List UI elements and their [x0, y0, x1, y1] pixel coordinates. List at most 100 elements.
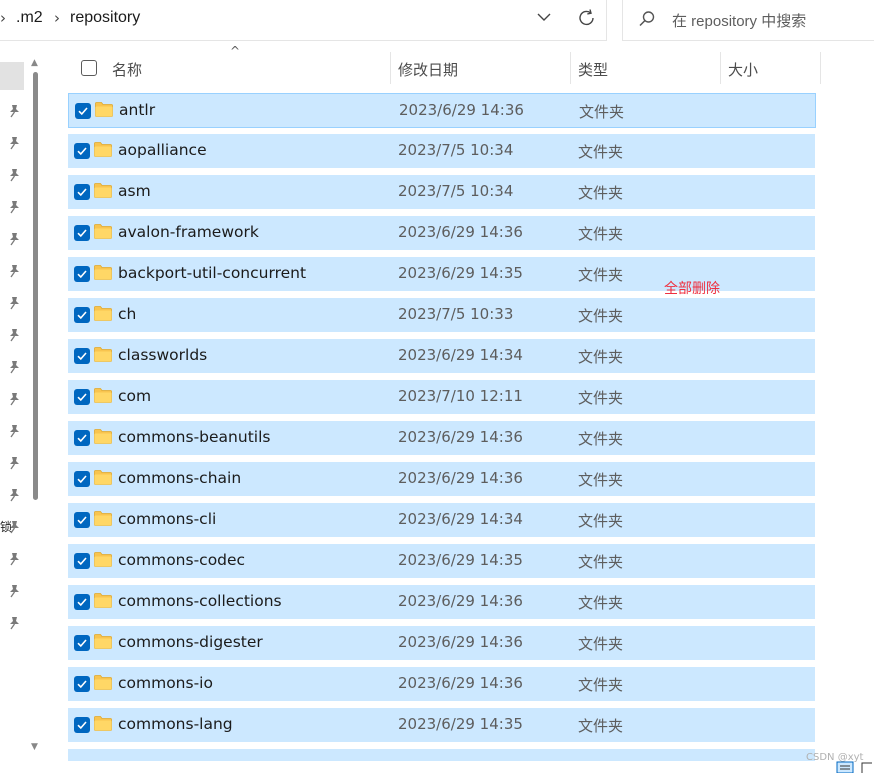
file-name[interactable]: ch [118, 305, 136, 323]
pin-icon[interactable] [8, 168, 20, 182]
pin-icon[interactable] [8, 616, 20, 630]
file-name[interactable]: avalon-framework [118, 223, 259, 241]
file-type: 文件夹 [578, 594, 624, 612]
select-all-checkbox[interactable] [81, 60, 97, 76]
folder-icon [94, 716, 112, 731]
pin-icon[interactable] [8, 200, 20, 214]
file-name[interactable]: com [118, 387, 151, 405]
file-type: 文件夹 [578, 676, 624, 694]
file-row[interactable]: antlr 2023/6/29 14:36 文件夹 [68, 93, 816, 128]
file-name[interactable]: commons-io [118, 674, 213, 692]
pin-icon[interactable] [8, 296, 20, 310]
pin-icon[interactable] [8, 552, 20, 566]
file-row[interactable]: ch 2023/7/5 10:33 文件夹 [68, 298, 815, 332]
file-name[interactable]: aopalliance [118, 141, 207, 159]
file-name[interactable]: backport-util-concurrent [118, 264, 306, 282]
checkbox-checked-icon[interactable] [74, 553, 90, 569]
checkbox-checked-icon[interactable] [74, 717, 90, 733]
folder-icon [94, 429, 112, 444]
checkbox-checked-icon[interactable] [74, 635, 90, 651]
pin-icon[interactable] [8, 392, 20, 406]
pin-icon[interactable] [8, 456, 20, 470]
address-bar[interactable]: › .m2 › repository [0, 0, 607, 41]
checkbox-checked-icon[interactable] [74, 471, 90, 487]
checkbox-checked-icon[interactable] [74, 430, 90, 446]
file-name[interactable]: commons-lang [118, 715, 233, 733]
column-divider[interactable] [570, 52, 571, 84]
chevron-down-icon[interactable] [536, 9, 552, 25]
file-row[interactable]: asm 2023/7/5 10:34 文件夹 [68, 175, 815, 209]
checkbox-checked-icon[interactable] [74, 184, 90, 200]
pin-icon[interactable] [8, 136, 20, 150]
breadcrumb-item-m2[interactable]: .m2 [16, 9, 43, 27]
file-name[interactable]: antlr [119, 101, 155, 119]
pin-icon[interactable] [8, 424, 20, 438]
breadcrumb-item-repository[interactable]: repository [70, 9, 140, 27]
pin-icon[interactable] [8, 232, 20, 246]
checkbox-checked-icon[interactable] [74, 676, 90, 692]
column-date[interactable]: 修改日期 [398, 59, 458, 80]
checkbox-checked-icon[interactable] [75, 103, 91, 119]
file-name[interactable]: commons-chain [118, 469, 241, 487]
file-row[interactable]: commons-digester 2023/6/29 14:36 文件夹 [68, 626, 815, 660]
checkbox-checked-icon[interactable] [74, 143, 90, 159]
column-divider[interactable] [720, 52, 721, 84]
pin-icon[interactable] [8, 360, 20, 374]
scroll-down-arrow-icon[interactable]: ▼ [31, 742, 38, 752]
file-type: 文件夹 [578, 635, 624, 653]
file-type: 文件夹 [578, 512, 624, 530]
file-row[interactable]: classworlds 2023/6/29 14:34 文件夹 [68, 339, 815, 373]
folder-icon [94, 265, 112, 280]
file-row-partial[interactable] [68, 749, 815, 761]
pin-icon[interactable] [8, 488, 20, 502]
nav-item-label-fragment[interactable]: 锁 [0, 518, 12, 535]
view-toggle-icon[interactable] [836, 760, 874, 773]
pin-icon[interactable] [8, 328, 20, 342]
file-row[interactable]: com 2023/7/10 12:11 文件夹 [68, 380, 815, 414]
column-size[interactable]: 大小 [728, 59, 758, 80]
folder-icon [94, 470, 112, 485]
file-row[interactable]: commons-collections 2023/6/29 14:36 文件夹 [68, 585, 815, 619]
file-type: 文件夹 [578, 471, 624, 489]
file-date: 2023/6/29 14:34 [398, 346, 523, 364]
file-name[interactable]: commons-cli [118, 510, 216, 528]
checkbox-checked-icon[interactable] [74, 594, 90, 610]
column-name[interactable]: 名称 [112, 59, 142, 80]
file-row[interactable]: commons-cli 2023/6/29 14:34 文件夹 [68, 503, 815, 537]
scroll-up-arrow-icon[interactable]: ▲ [31, 58, 38, 68]
folder-icon [94, 511, 112, 526]
file-name[interactable]: asm [118, 182, 151, 200]
pin-icon[interactable] [8, 104, 20, 118]
checkbox-checked-icon[interactable] [74, 266, 90, 282]
file-name[interactable]: commons-digester [118, 633, 263, 651]
file-name[interactable]: commons-collections [118, 592, 282, 610]
file-row[interactable]: commons-chain 2023/6/29 14:36 文件夹 [68, 462, 815, 496]
checkbox-checked-icon[interactable] [74, 512, 90, 528]
file-name[interactable]: classworlds [118, 346, 207, 364]
pin-icon[interactable] [8, 264, 20, 278]
file-type: 文件夹 [578, 307, 624, 325]
file-name[interactable]: commons-codec [118, 551, 245, 569]
file-date: 2023/6/29 14:35 [398, 715, 523, 733]
file-row[interactable]: commons-io 2023/6/29 14:36 文件夹 [68, 667, 815, 701]
file-row[interactable]: aopalliance 2023/7/5 10:34 文件夹 [68, 134, 815, 168]
checkbox-checked-icon[interactable] [74, 307, 90, 323]
pin-icon[interactable] [8, 584, 20, 598]
column-type[interactable]: 类型 [578, 59, 608, 80]
checkbox-checked-icon[interactable] [74, 389, 90, 405]
checkbox-checked-icon[interactable] [74, 348, 90, 364]
refresh-icon[interactable] [578, 8, 596, 28]
file-name[interactable]: commons-beanutils [118, 428, 270, 446]
file-row[interactable]: commons-beanutils 2023/6/29 14:36 文件夹 [68, 421, 815, 455]
checkbox-checked-icon[interactable] [74, 225, 90, 241]
search-input[interactable]: 在 repository 中搜索 [672, 10, 806, 31]
file-row[interactable]: commons-codec 2023/6/29 14:35 文件夹 [68, 544, 815, 578]
file-row[interactable]: commons-lang 2023/6/29 14:35 文件夹 [68, 708, 815, 742]
column-divider[interactable] [820, 52, 821, 84]
folder-icon [94, 306, 112, 321]
nav-item-selected[interactable] [0, 62, 24, 90]
file-date: 2023/7/10 12:11 [398, 387, 523, 405]
file-row[interactable]: avalon-framework 2023/6/29 14:36 文件夹 [68, 216, 815, 250]
column-divider[interactable] [390, 52, 391, 84]
nav-scrollbar-thumb[interactable] [33, 72, 38, 500]
